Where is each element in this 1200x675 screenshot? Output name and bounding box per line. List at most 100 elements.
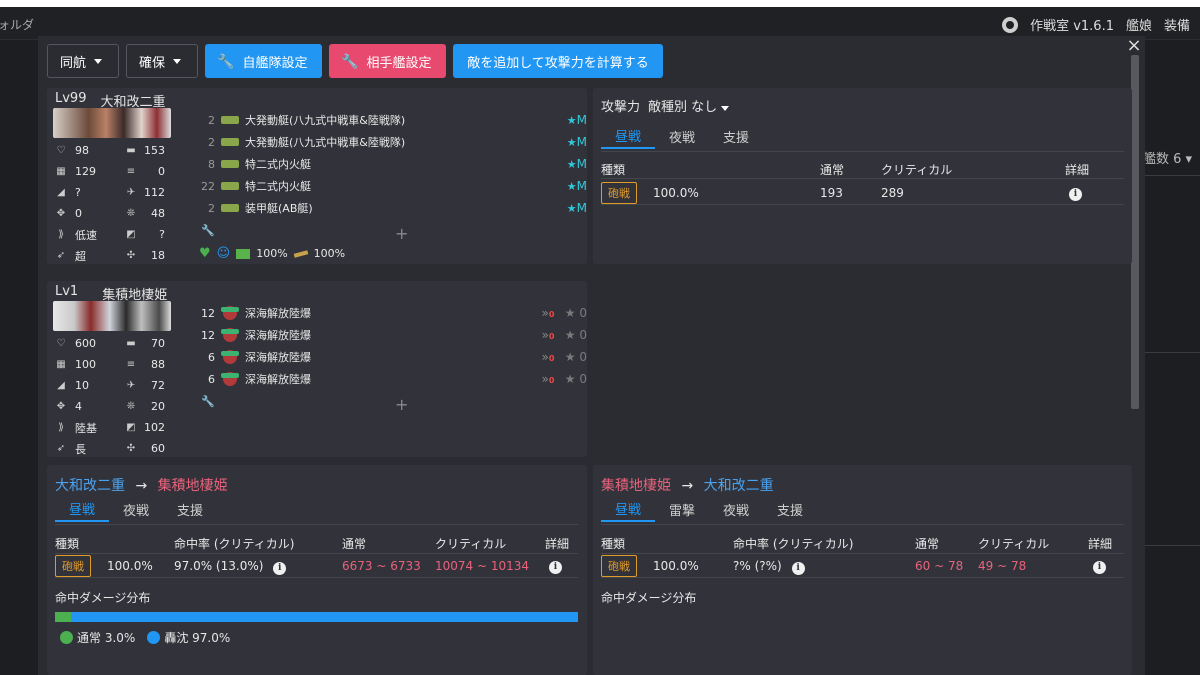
wrench-icon[interactable]: 🔧 — [201, 224, 215, 237]
info-icon[interactable]: i — [1093, 558, 1106, 574]
header-divider — [601, 178, 1124, 179]
tab-support[interactable]: 支援 — [163, 496, 217, 522]
stat-aa: ✈ 72 — [109, 375, 165, 396]
tab-night-battle[interactable]: 夜戦 — [655, 123, 709, 149]
equipment-row[interactable]: 22 特二式内火艇 ★ M — [197, 175, 587, 197]
equipment-row[interactable]: 6 深海解放陸爆 »0 ★ 0 — [197, 346, 587, 368]
equipment-row[interactable]: 2 大発動艇(八九式中戦車&陸戦隊) ★ M — [197, 109, 587, 131]
tab-support[interactable]: 支援 — [763, 496, 817, 522]
stat-value: 10 — [75, 379, 89, 392]
slot-count: 12 — [201, 328, 215, 342]
nav-ships[interactable]: 艦娘 — [1126, 15, 1152, 34]
enemy-type-dropdown[interactable]: 敵種別 なし — [648, 96, 730, 115]
stat-firepower: ▬ 153 — [109, 140, 165, 161]
col-type: 種類 — [601, 163, 626, 177]
stat-evasion: ◢? — [53, 182, 109, 203]
info-icon[interactable]: i — [549, 558, 562, 574]
stat-speed: ⟫ 陸基 — [53, 417, 109, 438]
firepower-icon: ▬ — [126, 338, 136, 349]
normal-damage: 6673 ~ 6733 — [342, 559, 421, 573]
stat-evasion: ◢ 10 — [53, 375, 109, 396]
divider — [1145, 175, 1200, 176]
tab-day-battle[interactable]: 昼戦 — [601, 496, 656, 522]
tab-day-battle[interactable]: 昼戦 — [55, 496, 110, 522]
asw-icon: ❊ — [126, 401, 136, 412]
stat-los: ◩ 102 — [109, 417, 165, 438]
equipment-row[interactable]: 12 深海解放陸爆 »0 ★ 0 — [197, 302, 587, 324]
torpedo-icon: ≡ — [126, 359, 136, 370]
caret-down-icon — [721, 106, 730, 111]
enemy-ship-settings-button[interactable]: 🔧 相手艦設定 — [329, 44, 446, 78]
info-icon[interactable]: i — [791, 562, 805, 575]
critical-damage: 10074 ~ 10134 — [435, 559, 530, 573]
distribution-sunk-segment — [71, 612, 578, 622]
star-icon: ★ 0 — [564, 350, 587, 364]
proficiency-label: M — [576, 135, 587, 149]
stat-value: 102 — [144, 421, 165, 434]
distribution-legend: 通常 3.0% 轟沈 97.0% — [60, 629, 230, 646]
speed-icon: ⟫ — [58, 422, 64, 433]
speed-icon: ⟫ — [58, 229, 64, 240]
ammo-icon — [236, 248, 251, 259]
star-icon: ★ — [566, 157, 577, 171]
matchup-title: 集積地棲姫 → 大和改二重 — [601, 475, 774, 495]
landing-craft-icon — [221, 182, 239, 190]
air-state-dropdown[interactable]: 確保 — [126, 44, 198, 78]
caret-down-icon — [173, 58, 182, 64]
attack-rate: 100.0% — [653, 559, 699, 573]
nav-version[interactable]: 作戦室 v1.6.1 — [1030, 15, 1114, 34]
tab-support[interactable]: 支援 — [709, 123, 763, 149]
stat-value: ? — [159, 228, 165, 241]
modal-scrollbar[interactable] — [1131, 55, 1139, 409]
tab-torpedo[interactable]: 雷撃 — [655, 496, 709, 522]
col-critical: クリティカル — [881, 163, 953, 177]
equipment-row[interactable]: 6 深海解放陸爆 »0 ★ 0 — [197, 368, 587, 390]
attacker-name: 集積地棲姫 — [601, 478, 671, 494]
col-critical: クリティカル — [435, 537, 507, 551]
nav-equipment[interactable]: 装備 — [1164, 15, 1190, 34]
own-fleet-settings-button[interactable]: 🔧 自艦隊設定 — [205, 44, 322, 78]
stat-range: ➶ 超 — [53, 245, 109, 266]
tab-night-battle[interactable]: 夜戦 — [109, 496, 163, 522]
equipment-row[interactable]: 8 特二式内火艇 ★ M — [197, 153, 587, 175]
formation-dropdown[interactable]: 同航 — [47, 44, 119, 78]
add-enemy-calculate-button[interactable]: 敵を追加して攻撃力を計算する — [453, 44, 663, 78]
equipment-name: 大発動艇(八九式中戦車&陸戦隊) — [245, 136, 406, 149]
wrench-icon: 🔧 — [217, 52, 235, 69]
ship-count-dropdown[interactable]: 艦数 6 ▾ — [1143, 148, 1192, 167]
range-icon: ➶ — [56, 250, 66, 261]
wrench-icon[interactable]: 🔧 — [201, 395, 215, 408]
star-icon: ★ 0 — [564, 306, 587, 320]
chevron-proficiency-icon: »0 — [541, 328, 555, 342]
chevron-proficiency-icon: »0 — [541, 350, 555, 364]
close-icon[interactable]: × — [1125, 37, 1143, 55]
sunk-legend-dot — [147, 631, 161, 644]
attack-type-badge: 砲戦 — [601, 555, 637, 577]
equipment-row[interactable]: 12 深海解放陸爆 »0 ★ 0 — [197, 324, 587, 346]
armor-icon: ▦ — [56, 166, 66, 177]
equipment-row[interactable]: 2 大発動艇(八九式中戦車&陸戦隊) ★ M — [197, 131, 587, 153]
stat-aircraft: ✥ 4 — [53, 396, 109, 417]
landing-craft-icon — [221, 160, 239, 168]
damage-panel-defender: 集積地棲姫 → 大和改二重 昼戦 雷撃 夜戦 支援 種類 命中率 (クリティカル… — [593, 465, 1132, 675]
tabs-divider — [601, 151, 1124, 152]
stat-armor: ▦ 100 — [53, 354, 109, 375]
bomber-icon — [221, 350, 239, 364]
col-normal: 通常 — [915, 537, 940, 551]
slot-count: 22 — [201, 179, 215, 193]
github-icon[interactable] — [1002, 16, 1019, 33]
stat-value: 18 — [151, 249, 165, 262]
info-icon[interactable]: i — [273, 562, 287, 575]
bomber-icon — [221, 372, 239, 386]
info-icon[interactable]: i — [1069, 185, 1082, 201]
tab-day-battle[interactable]: 昼戦 — [601, 123, 656, 149]
add-equipment-icon[interactable]: + — [395, 395, 408, 414]
ammo-value: 100% — [256, 247, 288, 260]
tab-night-battle[interactable]: 夜戦 — [709, 496, 763, 522]
equipment-list: 2 大発動艇(八九式中戦車&陸戦隊) ★ M 2 大発動艇(八九式中戦車&陸戦隊) ★ M 8 特… — [197, 109, 587, 219]
stat-hp: ♡ 98 — [53, 140, 109, 161]
equipment-row[interactable]: 2 装甲艇(AB艇) ★ M — [197, 197, 587, 219]
col-detail: 詳細 — [1088, 537, 1113, 551]
stat-value: 98 — [75, 144, 89, 157]
add-equipment-icon[interactable]: + — [395, 224, 408, 243]
